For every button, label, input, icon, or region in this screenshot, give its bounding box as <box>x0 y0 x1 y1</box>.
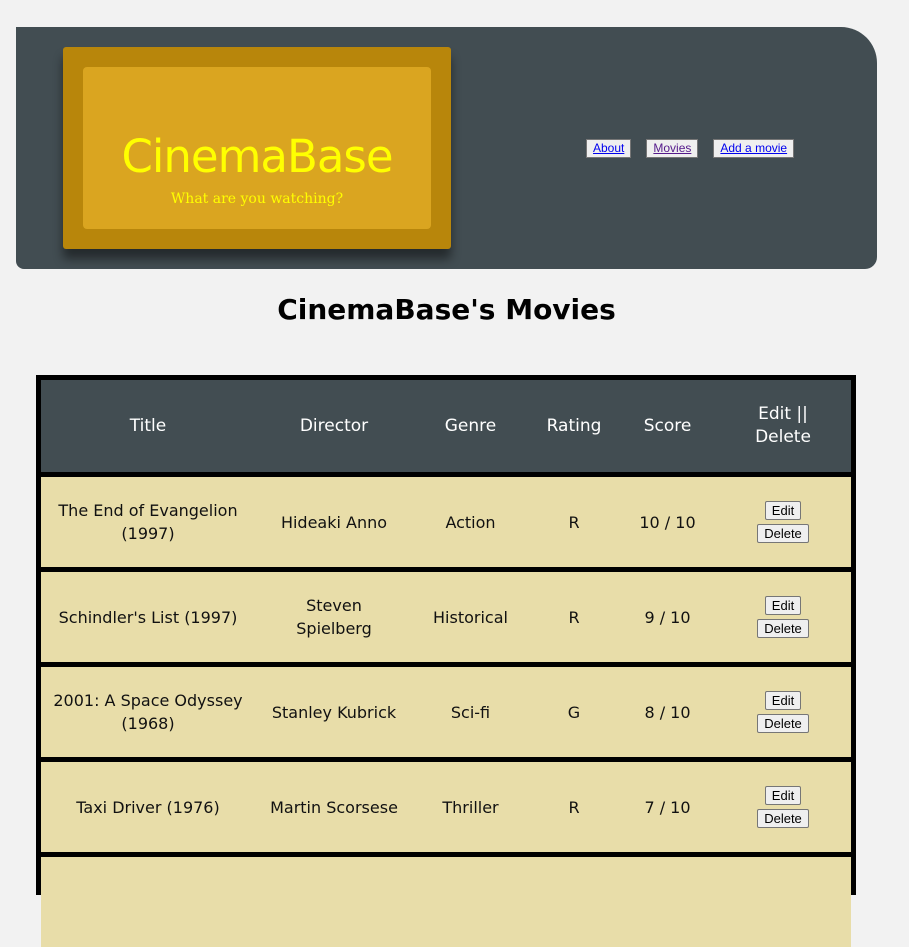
movie-genre: Action <box>445 512 496 532</box>
table-header-row: Title Director Genre Rating Score Edit |… <box>41 380 851 472</box>
movies-table: Title Director Genre Rating Score Edit |… <box>36 375 856 947</box>
nav-add-movie-button[interactable]: Add a movie <box>713 139 795 158</box>
table-row: Schindler's List (1997) Steven Spielberg… <box>41 572 851 662</box>
nav-about-button[interactable]: About <box>586 139 632 158</box>
delete-button[interactable]: Delete <box>757 524 809 543</box>
logo-inner: CinemaBase What are you watching? <box>83 67 431 229</box>
main-nav: About Movies Add a movie <box>586 139 795 158</box>
column-header-title: Title <box>129 415 167 436</box>
table-row: 2001: A Space Odyssey (1968) Stanley Kub… <box>41 667 851 757</box>
logo-title: CinemaBase <box>121 130 393 183</box>
table-row: Taxi Driver (1976) Martin Scorsese Thril… <box>41 762 851 852</box>
movie-director: Stanley Kubrick <box>271 702 397 722</box>
movie-genre: Sci-fi <box>450 702 491 722</box>
column-header-score: Score <box>643 415 692 436</box>
row-actions: Edit Delete <box>715 477 851 567</box>
movie-score: 8 / 10 <box>644 702 691 722</box>
movie-title: The End of Evangelion (1997) <box>58 501 238 543</box>
row-actions: Edit Delete <box>715 667 851 757</box>
movie-score: 9 / 10 <box>644 607 691 627</box>
site-header: CinemaBase What are you watching? About … <box>16 27 877 269</box>
movie-director: Hideaki Anno <box>280 512 388 532</box>
column-header-rating: Rating <box>546 415 602 436</box>
movie-rating: R <box>568 607 580 627</box>
column-header-genre: Genre <box>444 415 497 436</box>
delete-button[interactable]: Delete <box>757 714 809 733</box>
logo-tagline: What are you watching? <box>170 191 344 207</box>
movie-genre: Thriller <box>442 797 499 817</box>
movie-title: Schindler's List (1997) <box>58 607 238 627</box>
movie-director: Martin Scorsese <box>270 797 398 817</box>
logo: CinemaBase What are you watching? <box>63 47 451 249</box>
movie-director: Steven Spielberg <box>296 596 372 638</box>
column-header-director: Director <box>299 415 369 436</box>
edit-button[interactable]: Edit <box>764 596 802 615</box>
column-header-actions: Edit || Delete <box>755 404 811 447</box>
edit-button[interactable]: Edit <box>764 786 802 805</box>
table-row: The End of Evangelion (1997) Hideaki Ann… <box>41 477 851 567</box>
movie-score: 10 / 10 <box>639 512 696 532</box>
row-actions: Edit Delete <box>715 762 851 852</box>
movie-rating: R <box>568 512 580 532</box>
movie-genre: Historical <box>433 607 508 627</box>
page-title: CinemaBase's Movies <box>277 293 616 326</box>
movie-title: Taxi Driver (1976) <box>76 797 220 817</box>
movie-title: 2001: A Space Odyssey (1968) <box>53 691 243 733</box>
edit-button[interactable]: Edit <box>764 691 802 710</box>
nav-movies-button[interactable]: Movies <box>646 139 699 158</box>
row-actions: Edit Delete <box>715 572 851 662</box>
table-row <box>41 857 851 947</box>
movie-rating: R <box>568 797 580 817</box>
movie-score: 7 / 10 <box>644 797 691 817</box>
delete-button[interactable]: Delete <box>757 809 809 828</box>
delete-button[interactable]: Delete <box>757 619 809 638</box>
movie-rating: G <box>567 702 581 722</box>
edit-button[interactable]: Edit <box>764 501 802 520</box>
